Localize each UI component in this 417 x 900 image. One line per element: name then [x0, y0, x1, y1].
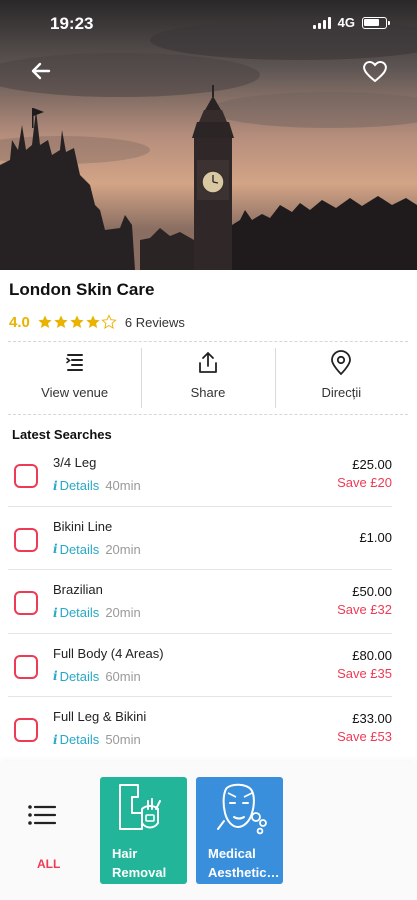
service-checkbox[interactable] [14, 464, 38, 488]
category-label: Medical Aesthetic… [208, 846, 280, 880]
list-item[interactable]: Bikini Line i Details 20min £1.00 [8, 507, 392, 570]
service-checkbox[interactable] [14, 591, 38, 615]
service-price: £1.00 [359, 529, 392, 545]
location-pin-icon [331, 350, 352, 376]
info-icon: i [53, 605, 58, 620]
venue-actions: View venue Share Direcții [8, 341, 408, 415]
service-checkbox[interactable] [14, 718, 38, 742]
share-label: Share [190, 385, 226, 400]
service-name: 3/4 Leg [53, 455, 97, 470]
service-name: Full Leg & Bikini [53, 709, 147, 724]
rating-row: 4.0 6 Reviews [9, 311, 185, 333]
details-link[interactable]: Details [60, 605, 100, 620]
info-icon: i [53, 478, 58, 493]
service-name: Bikini Line [53, 518, 113, 534]
services-list: 3/4 Leg i Details 40min £25.00 Save £20 … [0, 443, 417, 761]
view-venue-button[interactable]: View venue [8, 342, 141, 414]
service-saving: Save £20 [337, 475, 392, 490]
service-saving: Save £35 [337, 665, 392, 681]
service-checkbox[interactable] [14, 654, 38, 679]
service-duration: 20min [105, 605, 141, 620]
service-checkbox[interactable] [14, 527, 38, 552]
list-item[interactable]: Brazilian i Details 20min £50.00 Save £3… [8, 570, 392, 634]
face-treatment-icon [217, 783, 267, 835]
status-icons: 4G [312, 15, 390, 30]
heart-icon[interactable] [361, 58, 389, 84]
signal-icon [312, 16, 331, 29]
view-venue-label: View venue [41, 385, 109, 400]
service-price: £33.00 [352, 711, 392, 726]
venue-title: London Skin Care [9, 280, 155, 299]
star-filled-icon [86, 315, 100, 328]
list-item[interactable]: Full Leg & Bikini i Details 50min £33.00… [8, 697, 392, 761]
service-duration: 20min [105, 541, 141, 557]
info-icon: i [53, 542, 58, 556]
reviews-count[interactable]: 6 Reviews [125, 315, 185, 330]
service-duration: 40min [105, 478, 141, 493]
category-medical-aesthetic[interactable]: Medical Aesthetic… [196, 777, 283, 884]
directions-label: Direcții [321, 385, 362, 400]
service-saving: Save £53 [337, 729, 392, 744]
category-hair-removal[interactable]: Hair Removal [100, 777, 187, 884]
category-label: Hair Removal [112, 846, 167, 880]
hero-image: 19:23 4G [0, 0, 417, 270]
share-button[interactable]: Share [141, 342, 274, 414]
category-bar: ALL Hair Removal Medical Aesthetic… [0, 762, 417, 900]
info-icon: i [53, 732, 58, 747]
network-label: 4G [337, 15, 355, 30]
hair-removal-icon [119, 784, 161, 830]
rating-stars [37, 314, 117, 330]
star-filled-icon [54, 315, 68, 328]
service-name: Full Body (4 Areas) [53, 645, 164, 661]
latest-searches-title: Latest Searches [12, 427, 112, 442]
service-price: £50.00 [352, 584, 392, 599]
service-duration: 60min [105, 668, 141, 684]
all-categories-label[interactable]: ALL [37, 857, 60, 871]
service-duration: 50min [105, 732, 141, 747]
battery-icon [362, 16, 390, 29]
list-icon [65, 354, 83, 371]
status-time: 19:23 [50, 14, 94, 33]
star-filled-icon [38, 315, 52, 328]
info-icon: i [53, 669, 58, 683]
share-icon [199, 352, 217, 373]
menu-list-icon[interactable] [20, 792, 66, 838]
details-link[interactable]: Details [60, 732, 100, 747]
service-name: Brazilian [53, 582, 103, 597]
star-filled-icon [70, 315, 84, 328]
service-saving: Save £32 [337, 602, 392, 617]
directions-button[interactable]: Direcții [274, 342, 408, 414]
details-link[interactable]: Details [60, 478, 100, 493]
back-arrow-icon[interactable] [28, 58, 54, 84]
star-empty-icon [101, 314, 117, 329]
list-item[interactable]: Full Body (4 Areas) i Details 60min £80.… [8, 634, 392, 697]
service-price: £80.00 [352, 647, 392, 663]
details-link[interactable]: Details [60, 669, 100, 684]
details-link[interactable]: Details [60, 542, 100, 557]
status-bar: 19:23 4G [0, 0, 417, 48]
rating-value: 4.0 [9, 313, 30, 331]
service-price: £25.00 [352, 457, 392, 472]
list-item[interactable]: 3/4 Leg i Details 40min £25.00 Save £20 [8, 443, 392, 507]
